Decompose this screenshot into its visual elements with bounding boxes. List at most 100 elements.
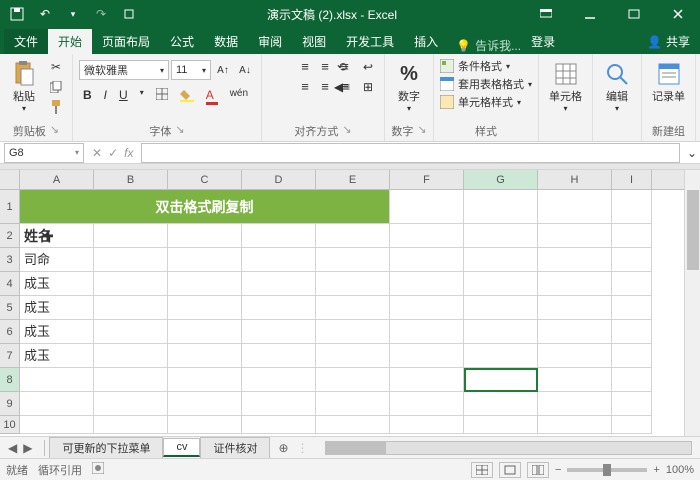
font-color-icon[interactable]: A: [202, 86, 222, 107]
row-4[interactable]: 4: [0, 272, 20, 296]
cell[interactable]: [168, 344, 242, 368]
cell[interactable]: [464, 248, 538, 272]
cell[interactable]: [390, 272, 464, 296]
tab-formula[interactable]: 公式: [160, 29, 204, 54]
cell[interactable]: [168, 296, 242, 320]
number-format-button[interactable]: % 数字 ▾: [391, 58, 427, 115]
cell[interactable]: [94, 416, 168, 434]
number-launcher-icon[interactable]: ↘: [417, 123, 426, 139]
cell[interactable]: [464, 224, 538, 248]
cell[interactable]: [464, 296, 538, 320]
cell-A3[interactable]: 司命: [20, 248, 94, 272]
indent-decrease-icon[interactable]: ◀≡: [332, 78, 352, 96]
cell[interactable]: [538, 296, 612, 320]
cell[interactable]: [612, 392, 652, 416]
cell[interactable]: [538, 368, 612, 392]
cell[interactable]: [612, 190, 652, 224]
table-format-button[interactable]: 套用表格格式▾: [440, 76, 532, 92]
cell[interactable]: [390, 368, 464, 392]
cell[interactable]: [316, 344, 390, 368]
tab-view[interactable]: 视图: [292, 29, 336, 54]
cell[interactable]: [168, 248, 242, 272]
cell-A4[interactable]: 成玉: [20, 272, 94, 296]
cell[interactable]: [94, 368, 168, 392]
cell[interactable]: [94, 224, 168, 248]
copy-icon[interactable]: [46, 78, 66, 96]
cell[interactable]: [390, 344, 464, 368]
cell[interactable]: [538, 248, 612, 272]
col-I[interactable]: I: [612, 170, 652, 189]
row-1[interactable]: 1: [0, 190, 20, 224]
cells-button[interactable]: 单元格 ▾: [545, 58, 586, 115]
col-D[interactable]: D: [242, 170, 316, 189]
cell[interactable]: [168, 272, 242, 296]
tab-insert[interactable]: 插入: [404, 29, 448, 54]
fx-icon[interactable]: fx: [124, 146, 133, 160]
col-A[interactable]: A: [20, 170, 94, 189]
view-page-layout-icon[interactable]: [499, 462, 521, 478]
cell[interactable]: [168, 320, 242, 344]
cell[interactable]: [612, 224, 652, 248]
row-7[interactable]: 7: [0, 344, 20, 368]
record-form-button[interactable]: 记录单: [648, 58, 689, 106]
editing-button[interactable]: 编辑 ▾: [599, 58, 635, 115]
cell[interactable]: [316, 272, 390, 296]
cell[interactable]: [538, 416, 612, 434]
merge-icon[interactable]: ⊞: [358, 78, 378, 96]
save-icon[interactable]: [6, 3, 28, 25]
cell[interactable]: [390, 392, 464, 416]
cell[interactable]: [612, 344, 652, 368]
add-sheet-icon[interactable]: ⊕: [270, 439, 296, 457]
cell[interactable]: [612, 296, 652, 320]
tab-data[interactable]: 数据: [204, 29, 248, 54]
fill-color-icon[interactable]: [176, 86, 198, 107]
cell[interactable]: [612, 320, 652, 344]
scroll-thumb[interactable]: [326, 442, 386, 454]
cell[interactable]: [94, 344, 168, 368]
row-10[interactable]: 10: [0, 416, 20, 434]
cell[interactable]: [168, 368, 242, 392]
tell-me[interactable]: 💡告诉我...: [456, 37, 521, 54]
cell[interactable]: [390, 224, 464, 248]
sheet-tab-2[interactable]: cv: [163, 438, 200, 457]
col-H[interactable]: H: [538, 170, 612, 189]
minimize-icon[interactable]: [568, 0, 612, 28]
cell[interactable]: [464, 416, 538, 434]
cell[interactable]: [94, 248, 168, 272]
cell[interactable]: [242, 224, 316, 248]
cell[interactable]: [168, 416, 242, 434]
cell[interactable]: [538, 190, 612, 224]
cell[interactable]: [20, 392, 94, 416]
cell[interactable]: [390, 320, 464, 344]
cell-style-button[interactable]: 单元格样式▾: [440, 94, 532, 110]
tab-review[interactable]: 审阅: [248, 29, 292, 54]
tab-share[interactable]: 👤共享: [637, 29, 700, 54]
cell[interactable]: [94, 392, 168, 416]
cut-icon[interactable]: ✂: [46, 58, 66, 76]
italic-button[interactable]: I: [100, 86, 111, 107]
font-size-combo[interactable]: 11▾: [171, 60, 211, 80]
orientation-icon[interactable]: ⟲: [332, 58, 352, 76]
cell[interactable]: [316, 296, 390, 320]
cell[interactable]: [168, 392, 242, 416]
cancel-formula-icon[interactable]: ✕: [92, 146, 102, 160]
cell[interactable]: [242, 296, 316, 320]
row-9[interactable]: 9: [0, 392, 20, 416]
tab-home[interactable]: 开始: [48, 29, 92, 54]
conditional-format-button[interactable]: 条件格式▾: [440, 58, 532, 74]
cell[interactable]: [538, 344, 612, 368]
increase-font-icon[interactable]: A↑: [213, 61, 233, 79]
cell-A2[interactable]: 姓名: [20, 224, 94, 248]
cell[interactable]: [94, 272, 168, 296]
cell[interactable]: [316, 368, 390, 392]
scroll-thumb[interactable]: [687, 190, 699, 270]
tab-login[interactable]: 登录: [521, 29, 565, 54]
col-C[interactable]: C: [168, 170, 242, 189]
tab-layout[interactable]: 页面布局: [92, 29, 160, 54]
cell[interactable]: [316, 416, 390, 434]
font-launcher-icon[interactable]: ↘: [175, 123, 184, 139]
col-G[interactable]: G: [464, 170, 538, 189]
macro-record-icon[interactable]: [92, 462, 104, 478]
cell[interactable]: [242, 344, 316, 368]
cell[interactable]: [612, 368, 652, 392]
